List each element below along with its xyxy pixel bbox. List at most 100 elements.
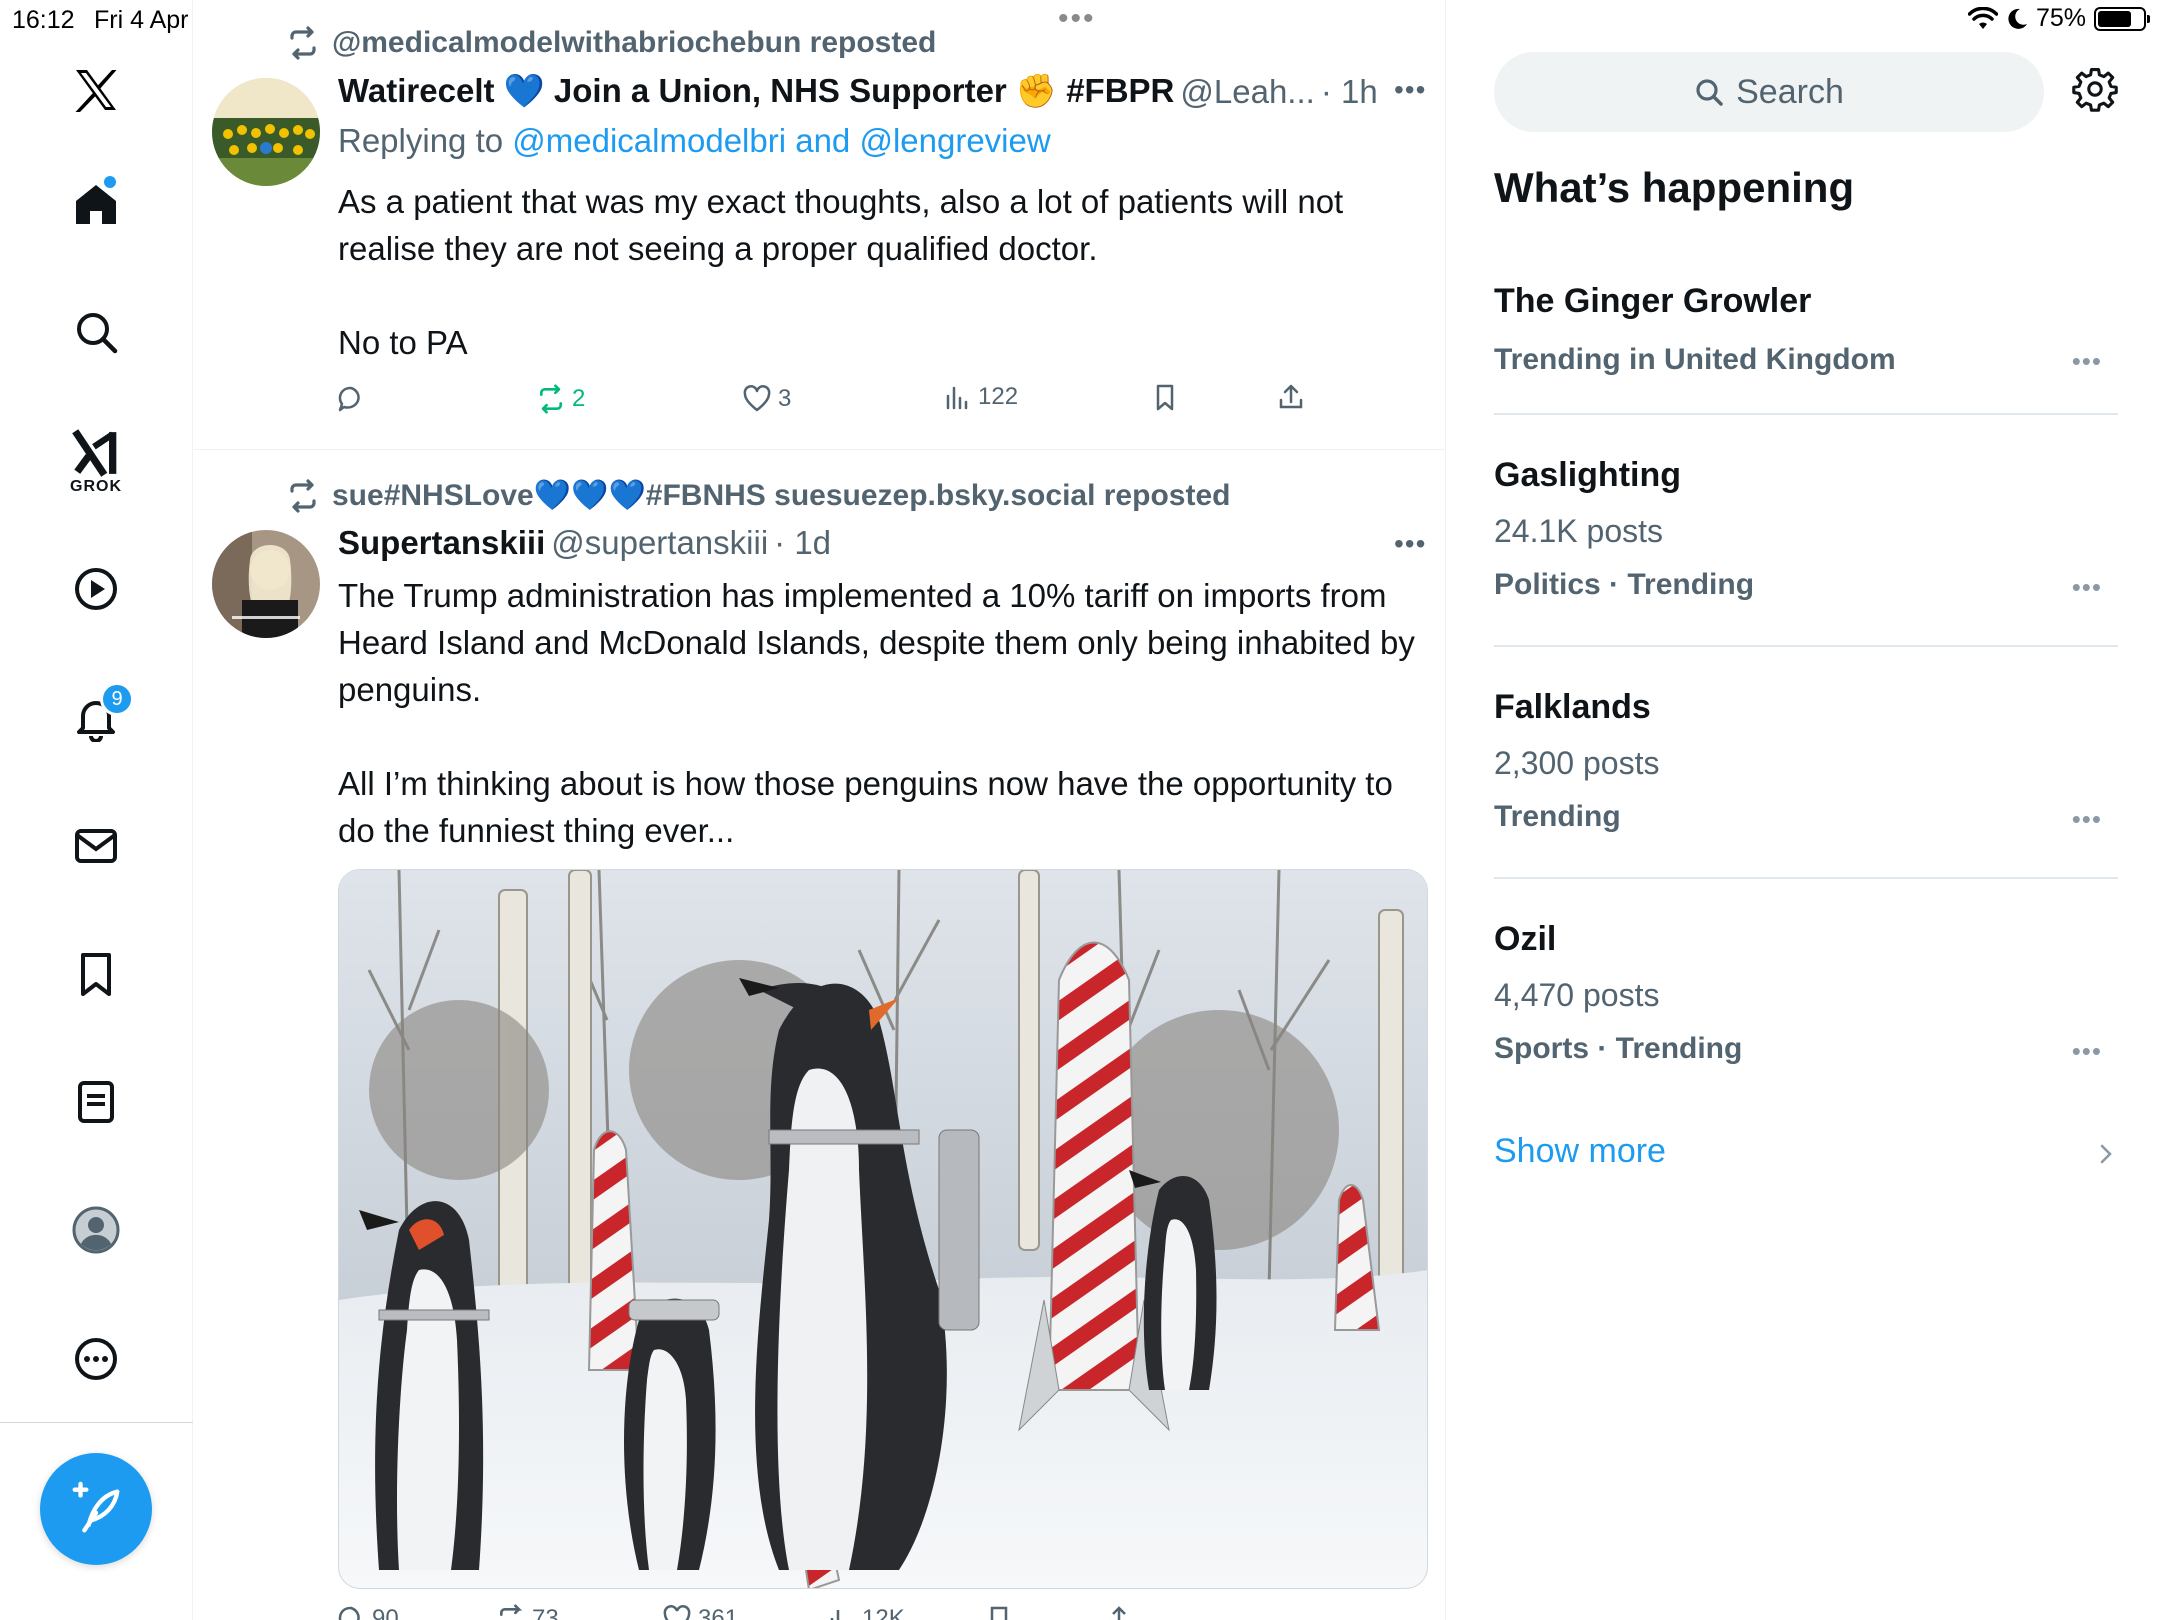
trend-item[interactable]: The Ginger Growler Trending in United Ki… <box>1494 282 2118 377</box>
repost-indicator: @medicalmodelwithabriochebun reposted <box>286 26 936 60</box>
grok-label: GROK <box>70 478 122 495</box>
reply-button[interactable]: 90 <box>336 1604 399 1620</box>
wifi-icon <box>1967 6 1998 29</box>
bookmark-icon <box>990 1606 1008 1620</box>
video-icon[interactable] <box>62 555 130 623</box>
trend-meta: Sports · Trending <box>1494 1032 1743 1065</box>
trend-posts: 24.1K posts <box>1494 513 1663 549</box>
trend-more-icon[interactable]: ••• <box>2072 346 2102 377</box>
reply-icon <box>338 386 360 412</box>
views-count: 122 <box>978 383 1019 410</box>
lists-icon[interactable] <box>62 1068 130 1136</box>
repost-icon <box>539 384 563 414</box>
search-input[interactable]: Search <box>1494 52 2044 132</box>
bookmarks-icon[interactable] <box>62 940 130 1008</box>
tweet-media[interactable] <box>338 869 1428 1589</box>
explore-icon[interactable] <box>62 298 130 366</box>
reply-count: 90 <box>372 1605 399 1620</box>
views-button[interactable]: 122 <box>942 382 1018 412</box>
bookmark-button[interactable] <box>984 1604 1014 1620</box>
handle[interactable]: @Leah... <box>1180 73 1314 111</box>
heart-icon <box>743 385 771 412</box>
tweet-more-icon[interactable]: ••• <box>1394 528 1426 560</box>
share-button[interactable] <box>1276 382 1306 412</box>
bookmark-button[interactable] <box>1150 382 1180 412</box>
notifications-icon[interactable]: 9 <box>62 682 134 752</box>
tweet-header: Supertanskiii @supertanskiii · 1d <box>338 524 831 562</box>
trend-name: Falklands <box>1494 688 1651 726</box>
trend-name: Gaslighting <box>1494 456 1681 494</box>
trend-meta: Politics · Trending <box>1494 568 1755 601</box>
grok-icon[interactable]: GROK <box>62 420 130 504</box>
trend-posts: 4,470 posts <box>1494 977 1660 1013</box>
repost-count: 73 <box>532 1605 559 1620</box>
replying-to-link[interactable]: @medicalmodelbri and @lengreview <box>512 122 1050 159</box>
show-more-link[interactable]: Show more <box>1494 1132 1666 1171</box>
chevron-right-icon[interactable] <box>2094 1140 2118 1168</box>
trend-meta: Trending in United Kingdom <box>1494 343 1896 376</box>
trend-more-icon[interactable]: ••• <box>2072 1036 2102 1067</box>
settings-button[interactable] <box>2072 66 2124 118</box>
more-icon[interactable] <box>62 1325 130 1393</box>
trends-heading: What’s happening <box>1494 164 1855 211</box>
repost-button[interactable]: 73 <box>496 1604 559 1620</box>
home-icon[interactable] <box>62 170 130 238</box>
reposted-by-text[interactable]: @medicalmodelwithabriochebun reposted <box>332 26 936 60</box>
avatar[interactable] <box>212 78 320 186</box>
tweet-paragraph: As a patient that was my exact thoughts,… <box>338 183 1344 267</box>
timestamp[interactable]: · 1d <box>774 524 831 562</box>
share-button[interactable] <box>1104 1604 1134 1620</box>
reply-icon <box>338 1606 360 1620</box>
bookmark-icon <box>1156 384 1174 411</box>
views-icon <box>946 386 968 410</box>
timestamp[interactable]: · 1h <box>1321 73 1378 111</box>
like-count: 3 <box>778 385 792 412</box>
profile-icon[interactable] <box>62 1196 130 1264</box>
trend-name: Ozil <box>1494 920 1557 958</box>
trend-more-icon[interactable]: ••• <box>2072 804 2102 835</box>
display-name[interactable]: Supertanskiii <box>338 524 545 562</box>
trend-posts: 2,300 posts <box>1494 745 1660 781</box>
search-icon <box>1696 79 1723 106</box>
avatar[interactable] <box>212 530 320 638</box>
messages-icon[interactable] <box>62 812 130 880</box>
reposted-by-text[interactable]: sue#NHSLove💙💙💙#FBNHS suesuezep.bsky.soci… <box>332 478 1230 513</box>
timeline: @medicalmodelwithabriochebun reposted Wa… <box>194 0 1446 1620</box>
views-icon <box>830 1610 846 1620</box>
repost-button[interactable]: 2 <box>536 384 585 414</box>
views-button[interactable]: 12K <box>826 1604 905 1620</box>
trend-divider <box>1494 877 2118 879</box>
repost-icon <box>499 1604 523 1616</box>
trend-item[interactable]: Gaslighting 24.1K posts Politics · Trend… <box>1494 456 2118 602</box>
handle[interactable]: @supertanskiii <box>551 524 768 562</box>
trend-divider <box>1494 645 2118 647</box>
trend-divider <box>1494 413 2118 415</box>
replying-prefix: Replying to <box>338 122 504 159</box>
trend-meta: Trending <box>1494 800 1621 833</box>
x-logo-icon[interactable] <box>62 56 130 124</box>
reply-button[interactable] <box>336 384 372 414</box>
tweet-text: The Trump administration has implemented… <box>338 572 1418 854</box>
tweet-more-icon[interactable]: ••• <box>1394 74 1426 106</box>
share-icon <box>1279 384 1303 409</box>
repost-icon <box>290 26 316 60</box>
tweet-text: As a patient that was my exact thoughts,… <box>338 178 1418 366</box>
trend-more-icon[interactable]: ••• <box>2072 572 2102 603</box>
tweet-paragraph: No to PA <box>338 324 468 361</box>
like-button[interactable]: 361 <box>662 1604 738 1620</box>
status-indicators: 75% <box>1967 4 2150 33</box>
notifications-badge: 9 <box>100 682 134 716</box>
replying-to: Replying to @medicalmodelbri and @lengre… <box>338 122 1051 160</box>
like-button[interactable]: 3 <box>742 384 791 414</box>
compose-button[interactable] <box>40 1453 152 1565</box>
heart-icon <box>663 1605 691 1620</box>
share-icon <box>1112 1606 1126 1620</box>
repost-indicator: sue#NHSLove💙💙💙#FBNHS suesuezep.bsky.soci… <box>286 478 1230 513</box>
compose-icon <box>72 1481 120 1533</box>
sidebar-nav: GROK 9 <box>0 0 193 1620</box>
trend-item[interactable]: Ozil 4,470 posts Sports · Trending ••• <box>1494 920 2118 1066</box>
display-name[interactable]: Watirecelt 💙 Join a Union, NHS Supporter… <box>338 72 1174 111</box>
battery-icon <box>2094 6 2150 31</box>
trend-item[interactable]: Falklands 2,300 posts Trending ••• <box>1494 688 2118 834</box>
tweet-paragraph: All I’m thinking about is how those peng… <box>338 765 1393 849</box>
